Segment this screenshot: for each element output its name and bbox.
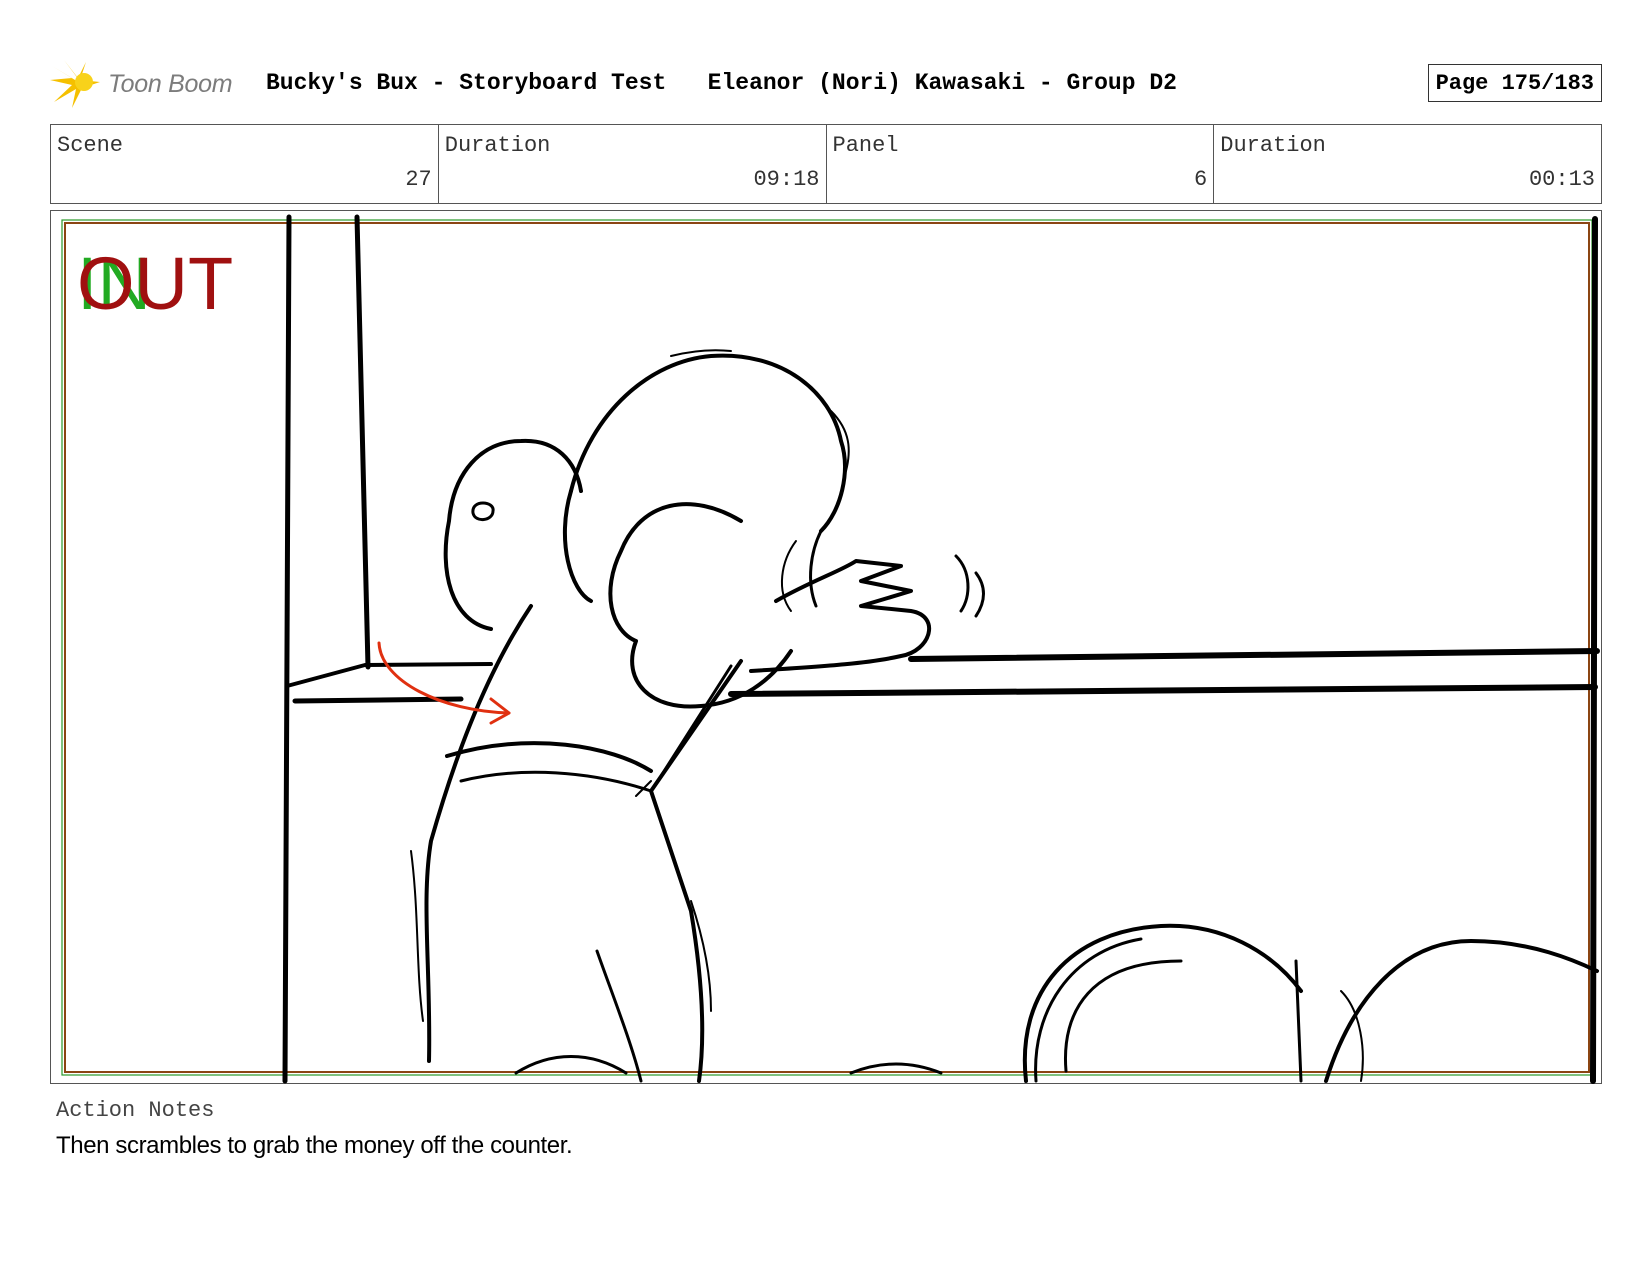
panel-label: Panel xyxy=(832,133,899,158)
scene-cell: Scene 27 xyxy=(51,125,438,203)
panel-cell: Panel 6 xyxy=(825,125,1214,203)
panel-duration-cell: Duration 00:13 xyxy=(1213,125,1601,203)
panel-sketch: IN OUT xyxy=(61,214,1600,1084)
out-marker: OUT xyxy=(77,242,233,325)
project-title: Bucky's Bux - Storyboard Test Eleanor (N… xyxy=(266,70,1177,96)
scene-duration-label: Duration xyxy=(444,133,551,158)
page-header: Toon Boom Bucky's Bux - Storyboard Test … xyxy=(50,56,1602,108)
scene-value: 27 xyxy=(405,167,432,192)
scene-duration-cell: Duration 09:18 xyxy=(437,125,826,203)
action-notes-text: Then scrambles to grab the money off the… xyxy=(56,1132,573,1159)
logo-text: Toon Boom xyxy=(108,70,233,98)
storyboard-panel: IN OUT xyxy=(50,210,1602,1084)
starburst-icon xyxy=(50,60,100,108)
panel-duration-label: Duration xyxy=(1220,133,1326,158)
action-notes-label: Action Notes xyxy=(56,1098,215,1123)
panel-duration-value: 00:13 xyxy=(1528,167,1595,192)
toon-boom-logo: Toon Boom xyxy=(50,58,250,108)
scene-info-table: Scene 27 Duration 09:18 Panel 6 Duration… xyxy=(50,124,1602,204)
scene-label: Scene xyxy=(57,133,124,158)
scene-duration-value: 09:18 xyxy=(753,167,820,192)
page-number: Page 175/183 xyxy=(1427,64,1602,102)
panel-value: 6 xyxy=(1194,167,1208,192)
sketch-lines xyxy=(282,214,1600,1084)
